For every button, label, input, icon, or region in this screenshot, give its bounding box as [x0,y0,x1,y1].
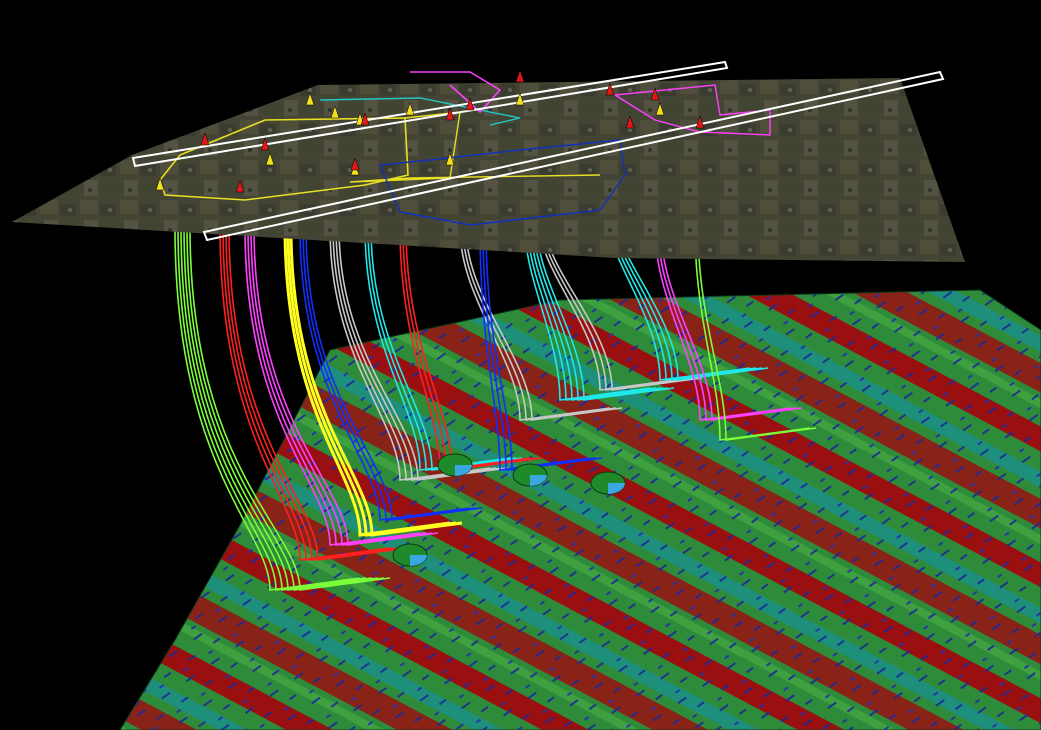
scene-canvas[interactable] [0,0,1041,730]
wellhead-marker-red[interactable] [515,69,525,83]
pie-marker[interactable] [392,543,428,567]
pie-marker[interactable] [437,453,473,477]
pie-marker[interactable] [512,463,548,487]
pie-marker[interactable] [590,471,626,495]
3d-well-visualization[interactable] [0,0,1041,730]
